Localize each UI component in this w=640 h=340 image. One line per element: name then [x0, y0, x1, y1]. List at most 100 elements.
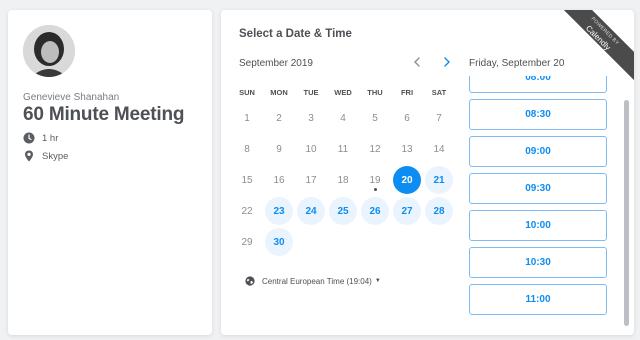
timezone-label: Central European Time (19:04) [262, 276, 372, 286]
day-number: 29 [241, 236, 253, 248]
weekday-label: WED [334, 88, 352, 97]
page-title: Select a Date & Time [239, 28, 352, 40]
calendar-day: 14 [425, 135, 453, 163]
scrollbar-thumb[interactable] [624, 100, 629, 326]
time-slot-list[interactable]: 08:00 08:30 09:00 09:30 10:00 10:30 11:00 [469, 76, 609, 325]
calendar-day-selected[interactable]: 20 [393, 166, 421, 194]
day-number: 19 [369, 174, 381, 186]
chevron-left-icon [414, 57, 420, 67]
calendar-day: 6 [393, 104, 421, 132]
weekday-label: TUE [303, 88, 319, 97]
calendar-day: 2 [265, 104, 293, 132]
timezone-selector[interactable]: Central European Time (19:04) ▼ [245, 276, 381, 286]
event-duration: 1 hr [23, 132, 58, 144]
day-number: 23 [273, 205, 285, 217]
day-number: 15 [241, 174, 253, 186]
day-number: 16 [273, 174, 285, 186]
location-label: Skype [42, 150, 69, 162]
day-number: 11 [337, 143, 349, 155]
weekday-label: MON [270, 88, 288, 97]
host-avatar [23, 25, 75, 77]
day-number: 2 [276, 112, 282, 124]
calendar-day-available[interactable]: 24 [297, 197, 325, 225]
calendar-day-available[interactable]: 23 [265, 197, 293, 225]
calendar-day-available[interactable]: 25 [329, 197, 357, 225]
time-slot-button[interactable]: 10:30 [469, 247, 607, 278]
map-pin-icon [25, 150, 33, 162]
day-number: 13 [401, 143, 413, 155]
weekday-label: FRI [400, 88, 414, 97]
calendar-day: 17 [297, 166, 325, 194]
day-number: 10 [305, 143, 317, 155]
month-label: September 2019 [239, 58, 313, 69]
today-indicator-dot [373, 188, 377, 191]
day-number: 30 [273, 236, 285, 248]
time-slot-button[interactable]: 10:00 [469, 210, 607, 241]
day-number: 20 [401, 174, 413, 186]
calendar-day-available[interactable]: 26 [361, 197, 389, 225]
calendar-day: 16 [265, 166, 293, 194]
day-number: 21 [433, 174, 445, 186]
day-number: 9 [276, 143, 282, 155]
chevron-right-icon [444, 57, 450, 67]
day-number: 28 [433, 205, 445, 217]
event-info-panel: Genevieve Shanahan 60 Minute Meeting 1 h… [8, 10, 212, 335]
calendar-day: 1 [233, 104, 261, 132]
day-number: 12 [369, 143, 381, 155]
calendar-day: 13 [393, 135, 421, 163]
time-slot-button[interactable]: 08:30 [469, 99, 607, 130]
calendar-day-available[interactable]: 30 [265, 228, 293, 256]
day-number: 22 [241, 205, 253, 217]
caret-down-icon: ▼ [374, 278, 381, 284]
powered-by-calendly-badge[interactable]: POWERED BY Calendly [552, 10, 634, 84]
next-month-button[interactable] [439, 54, 455, 70]
time-slot-button[interactable]: 11:00 [469, 284, 607, 315]
time-slot-button[interactable]: 09:00 [469, 136, 607, 167]
calendar-day-available[interactable]: 27 [393, 197, 421, 225]
clock-icon [23, 132, 35, 144]
day-number: 25 [337, 205, 349, 217]
calendar-day: 8 [233, 135, 261, 163]
calendar-day: 9 [265, 135, 293, 163]
day-number: 7 [436, 112, 442, 124]
day-number: 27 [401, 205, 413, 217]
day-number: 14 [433, 143, 445, 155]
day-number: 5 [372, 112, 378, 124]
calendar-day-available[interactable]: 21 [425, 166, 453, 194]
calendar-day: 18 [329, 166, 357, 194]
day-number: 24 [305, 205, 317, 217]
event-location: Skype [23, 150, 68, 162]
calendar-day: 12 [361, 135, 389, 163]
calendar-day: 3 [297, 104, 325, 132]
duration-label: 1 hr [42, 132, 59, 144]
day-number: 18 [337, 174, 349, 186]
event-title: 60 Minute Meeting [23, 104, 185, 125]
calendar-day: 5 [361, 104, 389, 132]
day-number: 1 [244, 112, 250, 124]
selected-date-label: Friday, September 20 [469, 58, 565, 69]
calendar-day: 15 [233, 166, 261, 194]
day-number: 6 [404, 112, 410, 124]
time-slot-button[interactable]: 08:00 [469, 76, 607, 93]
calendar-day: 19 [361, 166, 389, 194]
day-number: 17 [305, 174, 317, 186]
scheduler-panel: POWERED BY Calendly Select a Date & Time… [221, 10, 634, 335]
calendar-day-available[interactable]: 28 [425, 197, 453, 225]
previous-month-button[interactable] [409, 54, 425, 70]
day-number: 26 [369, 205, 381, 217]
calendar-day: 7 [425, 104, 453, 132]
calendar-day: 29 [233, 228, 261, 256]
globe-icon [245, 276, 255, 286]
weekday-label: THU [367, 88, 383, 97]
calendar-day: 10 [297, 135, 325, 163]
day-number: 4 [340, 112, 346, 124]
calendar-day: 4 [329, 104, 357, 132]
calendar-day: 11 [329, 135, 357, 163]
host-name: Genevieve Shanahan [23, 92, 120, 103]
day-number: 8 [244, 143, 250, 155]
day-number: 3 [308, 112, 314, 124]
weekday-label: SUN [239, 88, 255, 97]
weekday-label: SAT [431, 88, 447, 97]
time-slot-button[interactable]: 09:30 [469, 173, 607, 204]
calendar-day: 22 [233, 197, 261, 225]
